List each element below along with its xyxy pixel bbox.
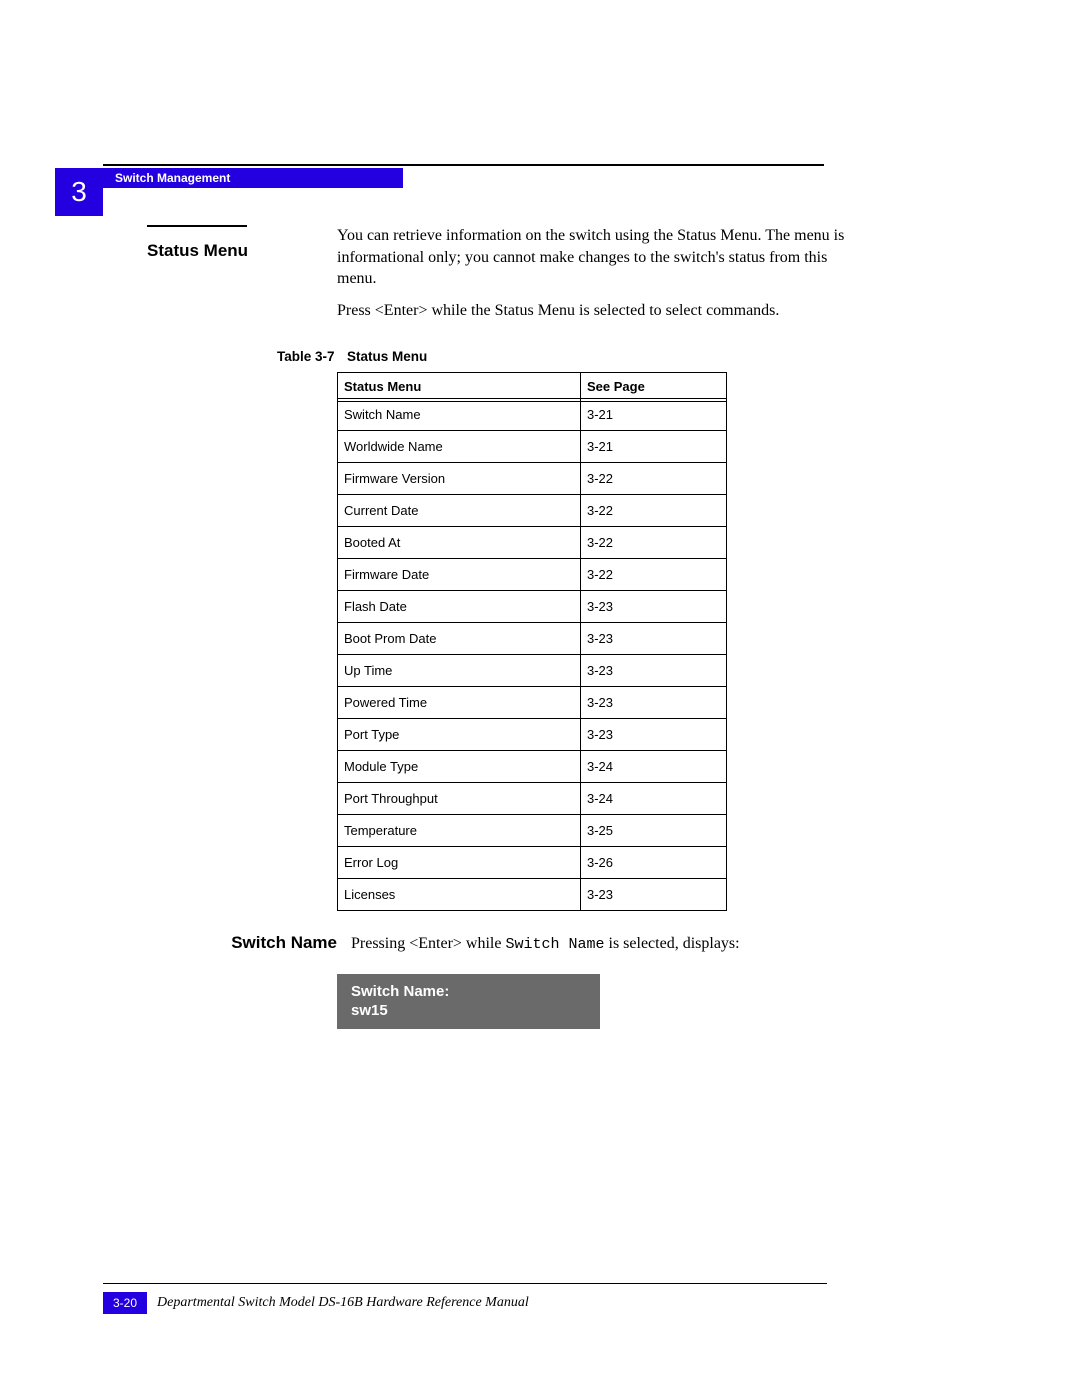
chapter-tab: 3 — [55, 168, 103, 216]
table-header-row: Status Menu See Page — [338, 373, 727, 399]
page-number-box: 3-20 — [103, 1292, 147, 1314]
manual-title: Departmental Switch Model DS-16B Hardwar… — [157, 1295, 529, 1311]
table-cell-page: 3-22 — [581, 463, 727, 495]
table-cell-name: Licenses — [338, 879, 581, 911]
display-line: Switch Name: — [351, 982, 586, 1002]
table-cell-name: Firmware Version — [338, 463, 581, 495]
table-caption: Table 3-7 Status Menu — [277, 349, 847, 364]
section-body: You can retrieve information on the swit… — [337, 225, 847, 331]
table-cell-page: 3-23 — [581, 623, 727, 655]
table-cell-name: Temperature — [338, 815, 581, 847]
table-row: Firmware Date3-22 — [338, 559, 727, 591]
display-line: sw15 — [351, 1001, 586, 1021]
table-cell-name: Boot Prom Date — [338, 623, 581, 655]
table-cell-page: 3-23 — [581, 687, 727, 719]
document-page: 3 Switch Management Status Menu You can … — [0, 0, 1080, 1397]
table-cell-name: Up Time — [338, 655, 581, 687]
subsection-code: Switch Name — [505, 936, 604, 953]
table-cell-page: 3-21 — [581, 399, 727, 431]
table-row: Flash Date3-23 — [338, 591, 727, 623]
table-row: Current Date3-22 — [338, 495, 727, 527]
section-label-col: Status Menu — [147, 225, 337, 331]
table-row: Licenses3-23 — [338, 879, 727, 911]
table-cell-page: 3-24 — [581, 783, 727, 815]
table-cell-name: Port Type — [338, 719, 581, 751]
display-box: Switch Name: sw15 — [337, 974, 600, 1029]
paragraph: Press <Enter> while the Status Menu is s… — [337, 300, 847, 322]
table-cell-name: Current Date — [338, 495, 581, 527]
table-cell-name: Module Type — [338, 751, 581, 783]
status-menu-table: Status Menu See Page Switch Name3-21Worl… — [337, 372, 727, 911]
table-header-status: Status Menu — [338, 373, 581, 399]
table-cell-page: 3-21 — [581, 431, 727, 463]
table-row: Switch Name3-21 — [338, 399, 727, 431]
table-cell-name: Powered Time — [338, 687, 581, 719]
table-row: Booted At3-22 — [338, 527, 727, 559]
subsection-body: Pressing <Enter> while Switch Name is se… — [351, 933, 740, 955]
table-title: Status Menu — [347, 349, 427, 364]
page-footer: 3-20 Departmental Switch Model DS-16B Ha… — [103, 1283, 827, 1314]
section-status-menu: Status Menu You can retrieve information… — [147, 225, 847, 331]
header-rule — [103, 164, 824, 166]
table-cell-name: Firmware Date — [338, 559, 581, 591]
table-cell-page: 3-23 — [581, 719, 727, 751]
chapter-number: 3 — [71, 176, 87, 208]
table-cell-page: 3-22 — [581, 559, 727, 591]
table-row: Module Type3-24 — [338, 751, 727, 783]
table-row: Up Time3-23 — [338, 655, 727, 687]
table-cell-page: 3-24 — [581, 751, 727, 783]
table-cell-name: Switch Name — [338, 399, 581, 431]
table-cell-name: Flash Date — [338, 591, 581, 623]
header-bar: Switch Management — [103, 168, 403, 188]
table-cell-name: Booted At — [338, 527, 581, 559]
table-row: Firmware Version3-22 — [338, 463, 727, 495]
table-cell-page: 3-23 — [581, 591, 727, 623]
page-number: 3-20 — [113, 1296, 137, 1310]
subsection-title: Switch Name — [231, 933, 337, 952]
table-row: Powered Time3-23 — [338, 687, 727, 719]
header-title: Switch Management — [115, 171, 230, 185]
content-area: Status Menu You can retrieve information… — [147, 225, 847, 1029]
paragraph: You can retrieve information on the swit… — [337, 225, 847, 290]
table-cell-page: 3-22 — [581, 495, 727, 527]
table-cell-page: 3-26 — [581, 847, 727, 879]
section-rule — [147, 225, 247, 227]
subsection-text-prefix: Pressing <Enter> while — [351, 935, 505, 952]
table-number: Table 3-7 — [277, 349, 347, 364]
table-cell-page: 3-23 — [581, 879, 727, 911]
table-cell-page: 3-23 — [581, 655, 727, 687]
table-row: Boot Prom Date3-23 — [338, 623, 727, 655]
table-cell-page: 3-25 — [581, 815, 727, 847]
table-cell-name: Port Throughput — [338, 783, 581, 815]
table-row: Worldwide Name3-21 — [338, 431, 727, 463]
table-row: Port Throughput3-24 — [338, 783, 727, 815]
table-cell-name: Worldwide Name — [338, 431, 581, 463]
table-cell-page: 3-22 — [581, 527, 727, 559]
table-row: Temperature3-25 — [338, 815, 727, 847]
table-cell-name: Error Log — [338, 847, 581, 879]
subsection-text-suffix: is selected, displays: — [605, 935, 740, 952]
table-row: Port Type3-23 — [338, 719, 727, 751]
subsection-switch-name: Switch Name Pressing <Enter> while Switc… — [147, 933, 847, 955]
section-title: Status Menu — [147, 241, 337, 261]
table-row: Error Log3-26 — [338, 847, 727, 879]
table-header-page: See Page — [581, 373, 727, 399]
subsection-label-col: Switch Name — [147, 933, 351, 955]
